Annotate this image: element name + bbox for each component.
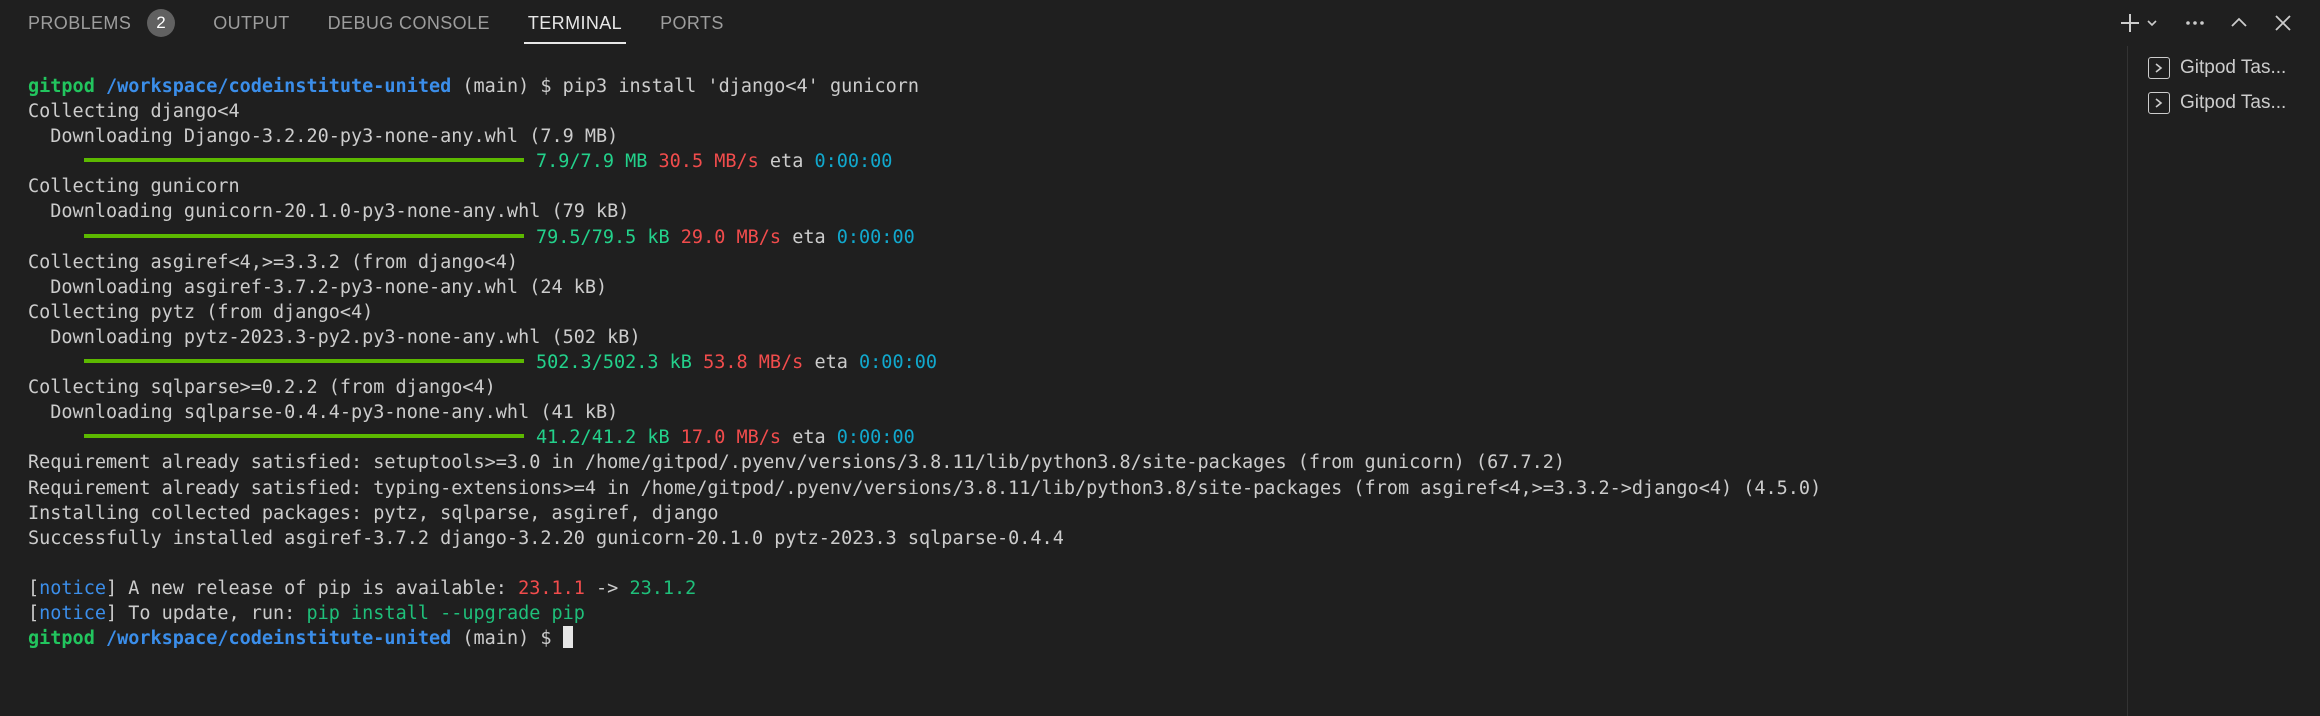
progress-bar: [84, 434, 524, 439]
terminal-line: Requirement already satisfied: typing-ex…: [28, 477, 1822, 499]
close-panel-button[interactable]: [2266, 6, 2300, 40]
pip-new-version: 23.1.2: [629, 577, 697, 599]
download-speed: 29.0 MB/s: [680, 226, 782, 248]
tab-output[interactable]: OUTPUT: [213, 0, 289, 46]
terminal-line: Collecting gunicorn: [28, 176, 240, 198]
terminal-task-label: Gitpod Tas...: [2180, 57, 2287, 78]
eta-label: eta: [792, 427, 826, 449]
tab-debug-console[interactable]: DEBUG CONSOLE: [328, 0, 490, 46]
terminal-task-item[interactable]: Gitpod Tas...: [2148, 86, 2318, 120]
download-size: 502.3/502.3 kB: [536, 352, 692, 374]
terminal-icon: [2148, 57, 2170, 79]
eta-value: 0:00:00: [836, 427, 915, 449]
problems-count-badge: 2: [147, 9, 176, 37]
terminal-line: gitpod /workspace/codeinstitute-united (…: [28, 74, 2108, 99]
progress-line: 502.3/502.3 kB 53.8 MB/s eta 0:00:00: [28, 350, 2108, 375]
download-size: 79.5/79.5 kB: [536, 226, 670, 248]
progress-bar: [84, 359, 524, 364]
close-icon: [2275, 15, 2291, 31]
prompt-user: gitpod: [28, 76, 95, 97]
notice-bracket: ]: [105, 577, 129, 599]
tab-ports[interactable]: PORTS: [660, 0, 724, 46]
prompt-path: /workspace/codeinstitute-united: [105, 628, 452, 650]
progress-bar: [84, 158, 524, 163]
terminal-cursor: [562, 626, 573, 649]
panel-actions: [2106, 0, 2300, 46]
terminal-icon: [2148, 92, 2170, 114]
tab-output-label: OUTPUT: [213, 12, 290, 33]
terminal-line: Requirement already satisfied: setuptool…: [28, 452, 1566, 474]
progress-line: 7.9/7.9 MB 30.5 MB/s eta 0:00:00: [28, 149, 2108, 174]
terminal-line: Downloading asgiref-3.7.2-py3-none-any.w…: [28, 276, 608, 298]
prompt-path: /workspace/codeinstitute-united: [105, 76, 452, 97]
terminal-line: Collecting asgiref<4,>=3.3.2 (from djang…: [28, 251, 519, 273]
terminal-line: Downloading gunicorn-20.1.0-py3-none-any…: [28, 201, 630, 223]
download-speed: 30.5 MB/s: [658, 151, 759, 173]
panel-tabs: PROBLEMS 2 OUTPUT DEBUG CONSOLE TERMINAL…: [28, 0, 762, 46]
eta-value: 0:00:00: [859, 352, 937, 374]
progress-line: 41.2/41.2 kB 17.0 MB/s eta 0:00:00: [28, 425, 2108, 450]
notice-arrow: ->: [584, 577, 630, 599]
terminal-line: Successfully installed asgiref-3.7.2 dja…: [28, 527, 1064, 549]
eta-label: eta: [769, 151, 804, 173]
eta-value: 0:00:00: [836, 226, 915, 248]
terminal-line: Downloading sqlparse-0.4.4-py3-none-any.…: [28, 402, 619, 424]
notice-line: [notice] To update, run: pip install --u…: [28, 601, 2108, 626]
progress-line: 79.5/79.5 kB 29.0 MB/s eta 0:00:00: [28, 225, 2108, 250]
panel-tab-bar: PROBLEMS 2 OUTPUT DEBUG CONSOLE TERMINAL…: [0, 0, 2320, 46]
prompt-branch: (main) $: [451, 628, 563, 650]
terminal-line: Collecting django<4: [28, 101, 240, 123]
chevron-down-icon: [2147, 20, 2157, 27]
upgrade-command: pip install --upgrade pip: [306, 602, 585, 624]
terminal-task-list: Gitpod Tas... Gitpod Tas...: [2127, 46, 2320, 716]
prompt-user: gitpod: [28, 628, 95, 650]
more-icon: [2186, 21, 2204, 25]
tab-debug-console-label: DEBUG CONSOLE: [327, 12, 490, 33]
notice-word: notice: [39, 577, 106, 599]
terminal-line: Downloading pytz-2023.3-py2.py3-none-any…: [28, 326, 641, 348]
eta-label: eta: [814, 352, 848, 374]
tab-terminal-label: TERMINAL: [527, 12, 623, 33]
download-size: 7.9/7.9 MB: [536, 151, 648, 173]
download-speed: 17.0 MB/s: [680, 427, 782, 449]
terminal-line: gitpod /workspace/codeinstitute-united (…: [28, 626, 2108, 651]
new-terminal-button[interactable]: [2116, 6, 2168, 40]
eta-value: 0:00:00: [814, 151, 893, 173]
tab-terminal[interactable]: TERMINAL: [523, 0, 627, 46]
notice-bracket: ]: [105, 602, 129, 624]
download-size: 41.2/41.2 kB: [536, 427, 670, 449]
command-text: pip3 install 'django<4' gunicorn: [562, 76, 920, 97]
maximize-panel-button[interactable]: [2222, 6, 2256, 40]
progress-bar: [84, 233, 524, 238]
pip-old-version: 23.1.1: [518, 577, 585, 599]
terminal-task-item[interactable]: Gitpod Tas...: [2148, 51, 2318, 85]
notice-line: [notice] A new release of pip is availab…: [28, 576, 2108, 601]
notice-bracket: [: [28, 577, 40, 599]
terminal-line: Installing collected packages: pytz, sql…: [28, 502, 719, 524]
eta-label: eta: [792, 226, 826, 248]
download-speed: 53.8 MB/s: [703, 352, 804, 374]
chevron-up-icon: [2231, 17, 2247, 27]
more-actions-button[interactable]: [2178, 6, 2212, 40]
terminal-line: Downloading Django-3.2.20-py3-none-any.w…: [28, 126, 619, 148]
terminal-output[interactable]: gitpod /workspace/codeinstitute-united (…: [28, 74, 2108, 694]
notice-text: To update, run:: [128, 602, 307, 624]
terminal-line: Collecting pytz (from django<4): [28, 301, 374, 323]
prompt-branch: (main) $: [451, 76, 563, 97]
tab-problems[interactable]: PROBLEMS 2: [28, 0, 176, 46]
notice-word: notice: [39, 602, 106, 624]
tab-problems-label: PROBLEMS: [28, 12, 132, 33]
plus-icon: [2121, 14, 2157, 32]
terminal-line: Collecting sqlparse>=0.2.2 (from django<…: [28, 377, 496, 399]
terminal-task-label: Gitpod Tas...: [2180, 92, 2287, 113]
notice-bracket: [: [28, 602, 40, 624]
notice-text: A new release of pip is available:: [128, 577, 519, 599]
tab-ports-label: PORTS: [660, 12, 724, 33]
